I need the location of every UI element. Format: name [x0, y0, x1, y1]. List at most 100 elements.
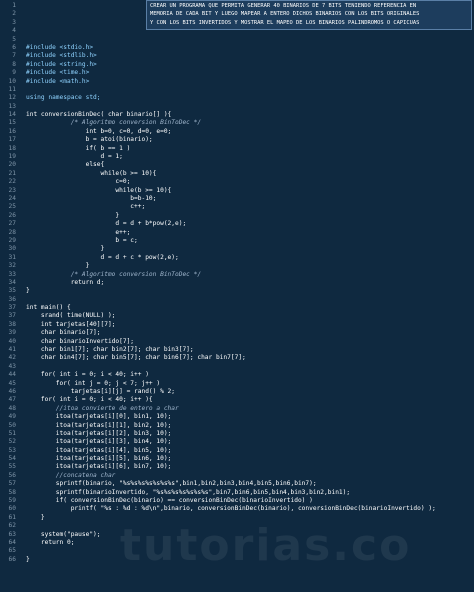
- code-line[interactable]: 5: [0, 36, 474, 44]
- code-line[interactable]: 4: [0, 27, 474, 35]
- code-line[interactable]: 36: [0, 296, 474, 304]
- code-line[interactable]: 25 c++;: [0, 203, 474, 211]
- code-line[interactable]: 9 #include <time.h>: [0, 69, 474, 77]
- line-number: 20: [8, 161, 16, 169]
- line-number: 1: [12, 2, 16, 9]
- code-line[interactable]: 52 itoa(tarjetas[i][3], bin4, 10);: [0, 438, 474, 446]
- code-line[interactable]: 29 b = c;: [0, 237, 474, 245]
- code-text: sprintf(binario, "%s%s%s%s%s%s%s",bin1,b…: [26, 480, 317, 488]
- code-line[interactable]: 17 b = atoi(binario);: [0, 136, 474, 144]
- code-line[interactable]: 57 sprintf(binario, "%s%s%s%s%s%s%s",bin…: [0, 480, 474, 488]
- code-text: b=b-10;: [26, 194, 157, 202]
- line-number: 56: [8, 471, 16, 479]
- line-number: 35: [8, 287, 16, 295]
- code-line[interactable]: 16 int b=0, c=0, d=0, e=0;: [0, 128, 474, 136]
- code-line[interactable]: 58 sprintf(binarioInvertido, "%s%s%s%s%s…: [0, 489, 474, 497]
- code-line[interactable]: 43: [0, 363, 474, 371]
- code-line[interactable]: 18 if( b == 1 ): [0, 145, 474, 153]
- code-line[interactable]: 54 itoa(tarjetas[i][5], bin6, 10);: [0, 455, 474, 463]
- code-line[interactable]: 15 /* Algoritmo conversion BinToDec */: [0, 119, 474, 127]
- code-line[interactable]: 26 }: [0, 212, 474, 220]
- code-line[interactable]: 46 tarjetas[i][j] = rand() % 2;: [0, 388, 474, 396]
- code-text: while(b >= 10){: [26, 186, 172, 194]
- code-line[interactable]: 42 char bin4[7]; char bin5[7]; char bin6…: [0, 354, 474, 362]
- line-number: 41: [8, 346, 16, 354]
- code-line[interactable]: 38 int tarjetas[40][7];: [0, 321, 474, 329]
- line-number: 28: [8, 228, 16, 236]
- code-line[interactable]: 31 d = d + c * pow(2,e);: [0, 254, 474, 262]
- code-line[interactable]: 20 else{: [0, 161, 474, 169]
- code-editor[interactable]: 1 CREAR UN PROGRAMA QUE PERMITA GENERAR 4…: [0, 0, 474, 592]
- code-line[interactable]: 35}: [0, 287, 474, 295]
- code-line[interactable]: 27 d = d + b*pow(2,e);: [0, 220, 474, 228]
- code-line[interactable]: 11: [0, 86, 474, 94]
- code-line[interactable]: 51 itoa(tarjetas[i][2], bin3, 10);: [0, 430, 474, 438]
- line-number: 27: [8, 220, 16, 228]
- code-line[interactable]: 7 #include <stdlib.h>: [0, 52, 474, 60]
- code-text: if( b == 1 ): [26, 144, 131, 152]
- code-line[interactable]: 53 itoa(tarjetas[i][4], bin5, 10);: [0, 447, 474, 455]
- line-number: 65: [8, 547, 16, 555]
- code-line[interactable]: 1 CREAR UN PROGRAMA QUE PERMITA GENERAR 4…: [0, 2, 474, 10]
- code-line[interactable]: 40 char binarioInvertido[7];: [0, 338, 474, 346]
- code-line[interactable]: 44 for( int i = 0; i < 40; i++ ): [0, 371, 474, 379]
- line-number: 12: [8, 94, 16, 102]
- code-line[interactable]: 12 using namespace std;: [0, 94, 474, 102]
- code-text: char bin4[7]; char bin5[7]; char bin6[7]…: [26, 354, 246, 362]
- code-line[interactable]: 47 for( int i = 0; i < 40; i++ ){: [0, 396, 474, 404]
- line-number: 43: [8, 362, 16, 370]
- code-text: #include <stdlib.h>: [26, 52, 97, 60]
- code-line[interactable]: 28 e++;: [0, 229, 474, 237]
- code-line[interactable]: 2 MEMORIA DE CADA BIT Y LUEGO MAPEAR A EN…: [0, 10, 474, 18]
- code-line[interactable]: 8 #include <string.h>: [0, 61, 474, 69]
- code-line[interactable]: 6 #include <stdio.h>: [0, 44, 474, 52]
- header-comment-line: Y CON LOS BITS INVERTIDOS Y MOSTRAR EL M…: [150, 19, 420, 26]
- code-line[interactable]: 22 c=0;: [0, 178, 474, 186]
- code-line[interactable]: 49 itoa(tarjetas[i][0], bin1, 10);: [0, 413, 474, 421]
- code-line[interactable]: 48 //itoa convierte de entero a char: [0, 405, 474, 413]
- code-line[interactable]: 30 }: [0, 245, 474, 253]
- code-line[interactable]: 34 return d;: [0, 279, 474, 287]
- code-line[interactable]: 13: [0, 103, 474, 111]
- line-number: 2: [12, 10, 16, 18]
- code-line[interactable]: 19 d = 1;: [0, 153, 474, 161]
- line-number: 5: [12, 35, 16, 43]
- code-line[interactable]: 50 itoa(tarjetas[i][1], bin2, 10);: [0, 422, 474, 430]
- code-text: return d;: [26, 278, 105, 286]
- code-line[interactable]: 23 while(b >= 10){: [0, 187, 474, 195]
- code-line[interactable]: 39 char binario[7];: [0, 329, 474, 337]
- code-line[interactable]: 33 /* Algoritmo conversion BinToDec */: [0, 271, 474, 279]
- code-line[interactable]: 59 if( conversionBinDec(binario) == conv…: [0, 497, 474, 505]
- code-line[interactable]: 3 Y CON LOS BITS INVERTIDOS Y MOSTRAR EL …: [0, 19, 474, 27]
- code-line[interactable]: 60 printf( "%s : %d : %d\n",binario, con…: [0, 505, 474, 513]
- code-text: c++;: [26, 203, 146, 211]
- line-number: 25: [8, 203, 16, 211]
- code-text: }: [26, 211, 120, 219]
- code-text: system("pause");: [26, 530, 101, 538]
- code-text: char binarioInvertido[7];: [26, 337, 135, 345]
- line-number: 37: [8, 312, 16, 320]
- line-number: 26: [8, 211, 16, 219]
- code-line[interactable]: 21 while(b >= 10){: [0, 170, 474, 178]
- code-line[interactable]: 10 #include <math.h>: [0, 78, 474, 86]
- code-line[interactable]: 37 srand( time(NULL) );: [0, 312, 474, 320]
- line-number: 14: [8, 111, 16, 119]
- code-line[interactable]: 37 int main() {: [0, 304, 474, 312]
- code-text: tarjetas[i][j] = rand() % 2;: [26, 387, 176, 395]
- code-text: d = d + b*pow(2,e);: [26, 220, 187, 228]
- code-line[interactable]: 45 for( int j = 0; j < 7; j++ ): [0, 380, 474, 388]
- code-text: /* Algoritmo conversion BinToDec */: [26, 119, 202, 127]
- code-line[interactable]: 24 b=b-10;: [0, 195, 474, 203]
- code-line[interactable]: 41 char bin1[7]; char bin2[7]; char bin3…: [0, 346, 474, 354]
- line-number: 21: [8, 169, 16, 177]
- code-line[interactable]: 32 }: [0, 262, 474, 270]
- line-number: 44: [8, 371, 16, 379]
- code-line[interactable]: 56 //concatena char: [0, 472, 474, 480]
- line-number: 19: [8, 153, 16, 161]
- line-number: 64: [8, 539, 16, 546]
- code-line[interactable]: 55 itoa(tarjetas[i][6], bin7, 10);: [0, 463, 474, 471]
- line-number: 53: [8, 446, 16, 454]
- code-lines[interactable]: 1 CREAR UN PROGRAMA QUE PERMITA GENERAR 4…: [0, 2, 474, 564]
- line-number: 54: [8, 455, 16, 463]
- line-number: 51: [8, 429, 16, 437]
